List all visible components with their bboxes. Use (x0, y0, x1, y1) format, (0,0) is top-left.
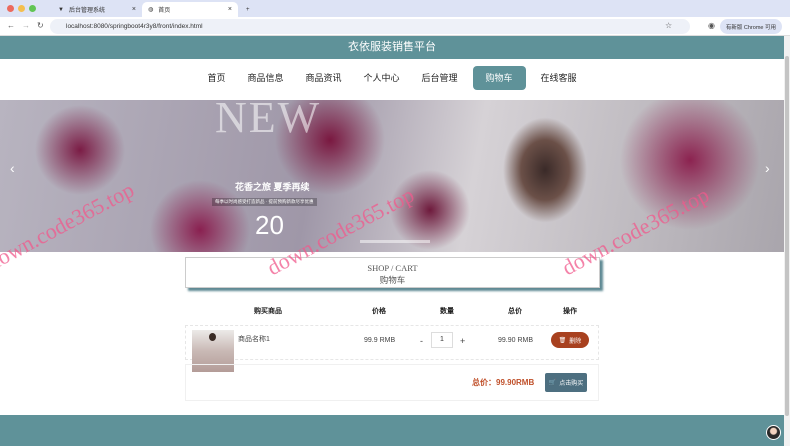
header-quantity: 数量 (440, 308, 454, 315)
nav-news[interactable]: 商品资讯 (295, 66, 351, 90)
banner-carousel[interactable]: NEW 花香之旅 夏季再续 每季以时尚感受打造新品 · 提前预购新款尽享优惠 2… (0, 100, 784, 252)
nav-products[interactable]: 商品信息 (237, 66, 293, 90)
close-icon[interactable]: × (228, 6, 232, 13)
header-subtotal: 总价 (508, 308, 522, 315)
window-controls[interactable] (7, 5, 36, 12)
nav-service[interactable]: 在线客服 (531, 66, 587, 90)
close-icon[interactable]: × (132, 6, 136, 13)
footer (0, 415, 784, 446)
address-bar-row: ← → ↻ localhost:8080/springboot4r3y8/fro… (0, 17, 790, 36)
banner-subtitle: 花香之旅 夏季再续 (235, 182, 310, 192)
delete-button[interactable]: 🗑 删除 (551, 332, 589, 348)
decrease-button[interactable]: - (420, 336, 423, 346)
cart-title-en: SHOP / CART (367, 263, 418, 273)
star-icon[interactable]: ☆ (665, 21, 672, 30)
buy-button[interactable]: 🛒 点击购买 (545, 373, 587, 392)
profile-icon[interactable]: ◉ (708, 21, 715, 30)
quantity-input[interactable]: 1 (431, 332, 453, 348)
globe-icon: ◍ (148, 7, 154, 13)
next-arrow-icon[interactable]: › (765, 160, 770, 176)
chat-avatar[interactable] (766, 425, 781, 440)
increase-button[interactable]: + (460, 336, 465, 346)
forward-icon[interactable]: → (22, 21, 30, 30)
banner-tagline: 每季以时尚感受打造新品 · 提前预购新款尽享优惠 (212, 198, 317, 206)
reload-icon[interactable]: ↻ (37, 21, 44, 30)
cart-icon: 🛒 (548, 380, 557, 386)
prev-arrow-icon[interactable]: ‹ (10, 160, 15, 176)
banner-year: 20 (255, 210, 284, 240)
carousel-indicator[interactable] (360, 240, 430, 243)
tab-admin[interactable]: ▼ 后台管理系统 × (52, 2, 142, 17)
banner-headline: NEW (215, 100, 322, 142)
browser-tab-bar: ▼ 后台管理系统 × ◍ 首页 × + (0, 0, 790, 17)
header-price: 价格 (372, 308, 386, 315)
total-box (185, 364, 599, 401)
nav-cart[interactable]: 购物车 (472, 66, 526, 90)
cart-title-cn: 购物车 (379, 275, 406, 285)
back-icon[interactable]: ← (7, 21, 15, 30)
product-subtotal: 99.90 RMB (498, 337, 534, 344)
total-price: 总价：99.90RMB (472, 378, 535, 387)
header-action: 操作 (563, 308, 577, 315)
scrollbar[interactable] (784, 36, 790, 446)
main-nav: 首页 商品信息 商品资讯 个人中心 后台管理 购物车 在线客服 (0, 66, 784, 90)
cart-title-box: SHOP / CART 购物车 (185, 257, 600, 288)
nav-home[interactable]: 首页 (197, 66, 235, 90)
chrome-update-button[interactable]: 有新版 Chrome 可用 (719, 19, 782, 34)
header-product: 购买商品 (254, 308, 282, 315)
url-input[interactable]: localhost:8080/springboot4r3y8/front/ind… (50, 19, 690, 34)
product-name[interactable]: 商品名称1 (238, 334, 270, 344)
site-title: 衣依服装销售平台 (0, 36, 784, 59)
tab-home[interactable]: ◍ 首页 × (142, 2, 238, 17)
trash-icon: 🗑 (558, 337, 567, 344)
product-price: 99.9 RMB (364, 337, 396, 344)
nav-admin[interactable]: 后台管理 (412, 66, 468, 90)
nav-profile[interactable]: 个人中心 (353, 66, 409, 90)
funnel-icon: ▼ (58, 6, 64, 13)
new-tab-button[interactable]: + (240, 2, 256, 17)
